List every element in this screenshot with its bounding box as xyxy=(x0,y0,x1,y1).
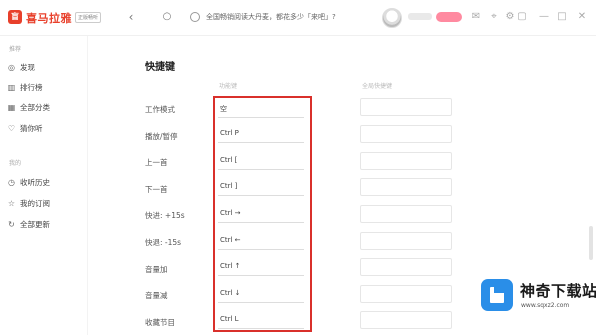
top-bar: 盲 喜马拉雅 正版畅听 ‹ ○ 全国畅销阅读大丹麦，都花多少「来吧」? ✉ ⌖ … xyxy=(0,0,596,36)
shortcut-label: 快进: +15s xyxy=(145,211,185,220)
global-key-input[interactable] xyxy=(360,205,452,223)
sidebar-item-label: 收听历史 xyxy=(20,177,50,187)
shortcut-label: 收藏节目 xyxy=(145,318,175,327)
sidebar-item-ranking[interactable]: ▥ 排行榜 xyxy=(7,80,43,94)
sidebar-item-label: 发现 xyxy=(20,62,35,72)
message-icon[interactable]: ✉ xyxy=(470,11,482,23)
column-header-global-key: 全局快捷键 xyxy=(362,83,393,90)
global-key-input[interactable] xyxy=(360,178,452,196)
shortcut-label: 下一首 xyxy=(145,185,168,194)
star-icon: ☆ xyxy=(7,198,16,208)
sidebar-item-guess[interactable]: ♡ 猜你听 xyxy=(7,121,43,135)
sidebar: 推荐 ◎ 发现 ▥ 排行榜 ▦ 全部分类 ♡ 猜你听 我的 ◷ 收听历史 ☆ 我… xyxy=(0,36,88,335)
user-name[interactable] xyxy=(408,13,432,20)
fullscreen-icon[interactable]: □ xyxy=(556,11,568,23)
close-icon[interactable]: ✕ xyxy=(576,11,588,23)
sidebar-item-discover[interactable]: ◎ 发现 xyxy=(7,60,35,74)
watermark-url: www.sqxz2.com xyxy=(521,302,570,309)
app-logo: 盲 xyxy=(8,10,22,24)
grid-icon: ▦ xyxy=(7,102,16,112)
history-icon: ◷ xyxy=(8,177,15,187)
brand-tag: 正版畅听 xyxy=(75,12,102,23)
shortcut-label: 音量加 xyxy=(145,265,168,274)
minimize-icon[interactable]: ▢ xyxy=(516,11,528,23)
global-key-input[interactable] xyxy=(360,232,452,250)
shortcut-label: 音量减 xyxy=(145,291,168,300)
sidebar-item-categories[interactable]: ▦ 全部分类 xyxy=(7,100,50,114)
watermark: 神奇下载站 www.sqxz2.com xyxy=(476,274,596,335)
page-title: 快捷键 xyxy=(145,62,175,73)
sidebar-item-label: 全部更新 xyxy=(20,219,50,229)
global-key-input[interactable] xyxy=(360,311,452,329)
sidebar-item-history[interactable]: ◷ 收听历史 xyxy=(7,175,50,189)
global-key-input[interactable] xyxy=(360,125,452,143)
global-key-input[interactable] xyxy=(360,258,452,276)
search-text: 全国畅销阅读大丹麦，都花多少「来吧」? xyxy=(206,13,336,21)
app-brand-name: 喜马拉雅 xyxy=(26,12,72,25)
sidebar-section-recommend: 推荐 xyxy=(9,46,22,53)
heart-icon: ♡ xyxy=(7,123,16,133)
shortcut-label: 快退: -15s xyxy=(145,238,182,247)
refresh-icon: ↻ xyxy=(8,219,15,229)
compass-icon: ◎ xyxy=(8,62,15,72)
sidebar-item-updates[interactable]: ↻ 全部更新 xyxy=(7,217,50,231)
scrollbar-thumb[interactable] xyxy=(589,226,593,260)
column-header-function-key: 功能键 xyxy=(219,83,238,90)
sidebar-item-label: 我的订阅 xyxy=(20,198,50,208)
shortcut-label: 上一首 xyxy=(145,158,168,167)
sidebar-item-subscriptions[interactable]: ☆ 我的订阅 xyxy=(7,196,50,210)
back-icon[interactable]: ‹ xyxy=(124,10,138,24)
sidebar-item-label: 全部分类 xyxy=(20,102,50,112)
shortcut-label: 工作模式 xyxy=(145,105,175,114)
refresh-icon[interactable]: ○ xyxy=(160,10,174,24)
location-icon[interactable]: ⌖ xyxy=(488,11,500,23)
sidebar-item-label: 猜你听 xyxy=(20,123,43,133)
watermark-logo-icon xyxy=(481,279,513,311)
sidebar-item-label: 排行榜 xyxy=(20,82,43,92)
highlight-frame xyxy=(213,96,312,332)
sidebar-section-mine: 我的 xyxy=(9,160,22,167)
shortcut-label: 播放/暂停 xyxy=(145,132,178,141)
settings-icon[interactable]: ⚙ xyxy=(504,11,516,23)
global-key-input[interactable] xyxy=(360,152,452,170)
search-icon xyxy=(190,12,200,22)
maximize-icon[interactable]: — xyxy=(538,11,550,23)
global-key-input[interactable] xyxy=(360,285,452,303)
chart-icon: ▥ xyxy=(7,82,16,92)
global-key-input[interactable] xyxy=(360,98,452,116)
search-bar[interactable]: 全国畅销阅读大丹麦，都花多少「来吧」? xyxy=(190,9,372,25)
watermark-title: 神奇下载站 xyxy=(520,282,596,300)
avatar[interactable] xyxy=(382,8,402,28)
vip-badge[interactable] xyxy=(436,12,462,22)
